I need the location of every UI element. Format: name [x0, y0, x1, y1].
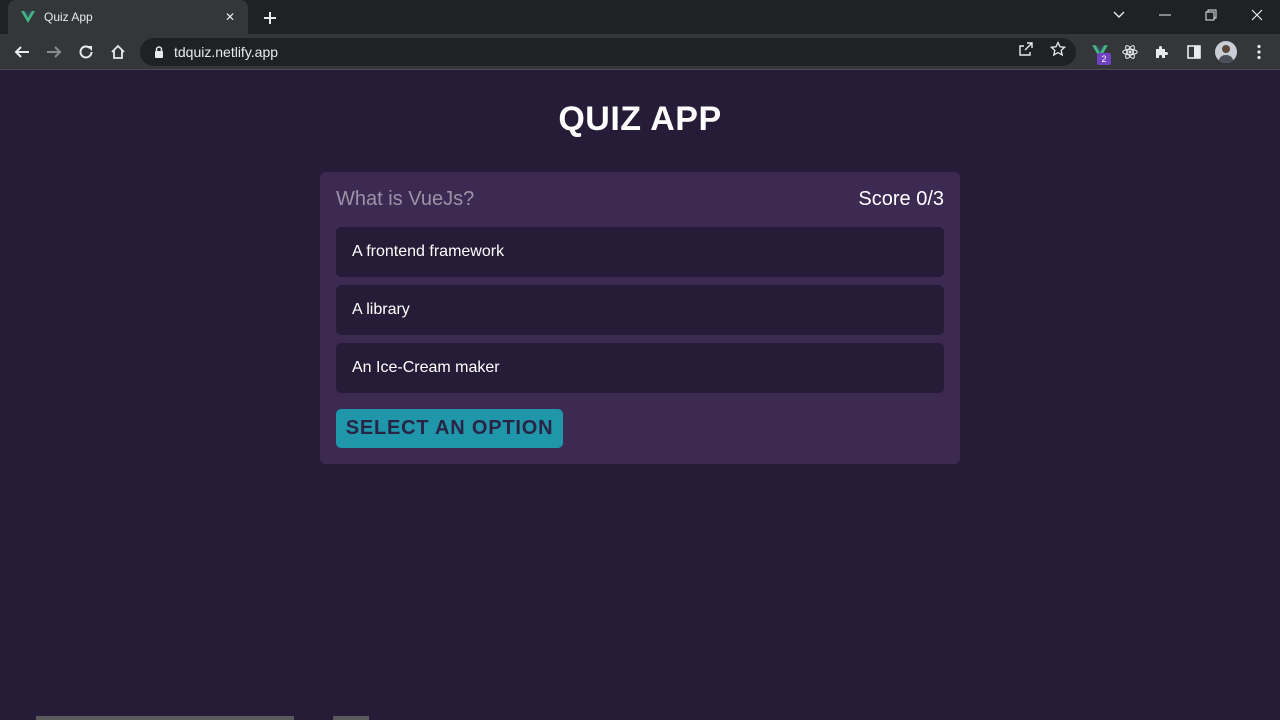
vue-favicon-icon — [20, 9, 36, 25]
select-an-option-button[interactable]: SELECT AN OPTION — [336, 409, 563, 448]
tab-strip: Quiz App ✕ — [0, 0, 1280, 34]
question-text: What is VueJs? — [336, 188, 475, 210]
share-icon[interactable] — [1018, 41, 1034, 57]
tab-search-chevron-icon[interactable] — [1096, 0, 1142, 30]
address-bar[interactable]: tdquiz.netlify.app — [140, 38, 1076, 66]
profile-avatar[interactable] — [1215, 41, 1237, 63]
quiz-card: What is VueJs? Score 0/3 A frontend fram… — [320, 172, 960, 464]
page-title: QUIZ APP — [558, 100, 722, 138]
option-library[interactable]: A library — [336, 285, 944, 335]
tab-close-icon[interactable]: ✕ — [222, 10, 238, 24]
close-window-icon[interactable] — [1234, 0, 1280, 30]
horizontal-scrollbar-secondary[interactable] — [333, 716, 369, 720]
option-ice-cream-maker[interactable]: An Ice-Cream maker — [336, 343, 944, 393]
forward-icon[interactable] — [40, 38, 68, 66]
minimize-icon[interactable] — [1142, 0, 1188, 30]
react-devtools-extension-icon[interactable] — [1120, 42, 1140, 62]
new-tab-icon[interactable] — [259, 7, 281, 29]
side-panel-icon[interactable] — [1184, 42, 1204, 62]
extension-badge: 2 — [1097, 53, 1111, 65]
lock-icon[interactable] — [152, 45, 166, 59]
bookmark-star-icon[interactable] — [1050, 41, 1066, 57]
menu-kebab-icon[interactable] — [1249, 42, 1269, 62]
extensions-puzzle-icon[interactable] — [1152, 42, 1172, 62]
horizontal-scrollbar[interactable] — [36, 716, 294, 720]
home-icon[interactable] — [104, 38, 132, 66]
tab-title: Quiz App — [44, 10, 93, 24]
back-icon[interactable] — [8, 38, 36, 66]
restore-icon[interactable] — [1188, 0, 1234, 30]
tab-quiz-app[interactable]: Quiz App ✕ — [8, 0, 248, 34]
url-text: tdquiz.netlify.app — [174, 44, 279, 60]
option-frontend-framework[interactable]: A frontend framework — [336, 227, 944, 277]
score-label: Score 0/3 — [858, 188, 944, 210]
browser-toolbar: tdquiz.netlify.app — [0, 34, 1280, 70]
reload-icon[interactable] — [72, 38, 100, 66]
